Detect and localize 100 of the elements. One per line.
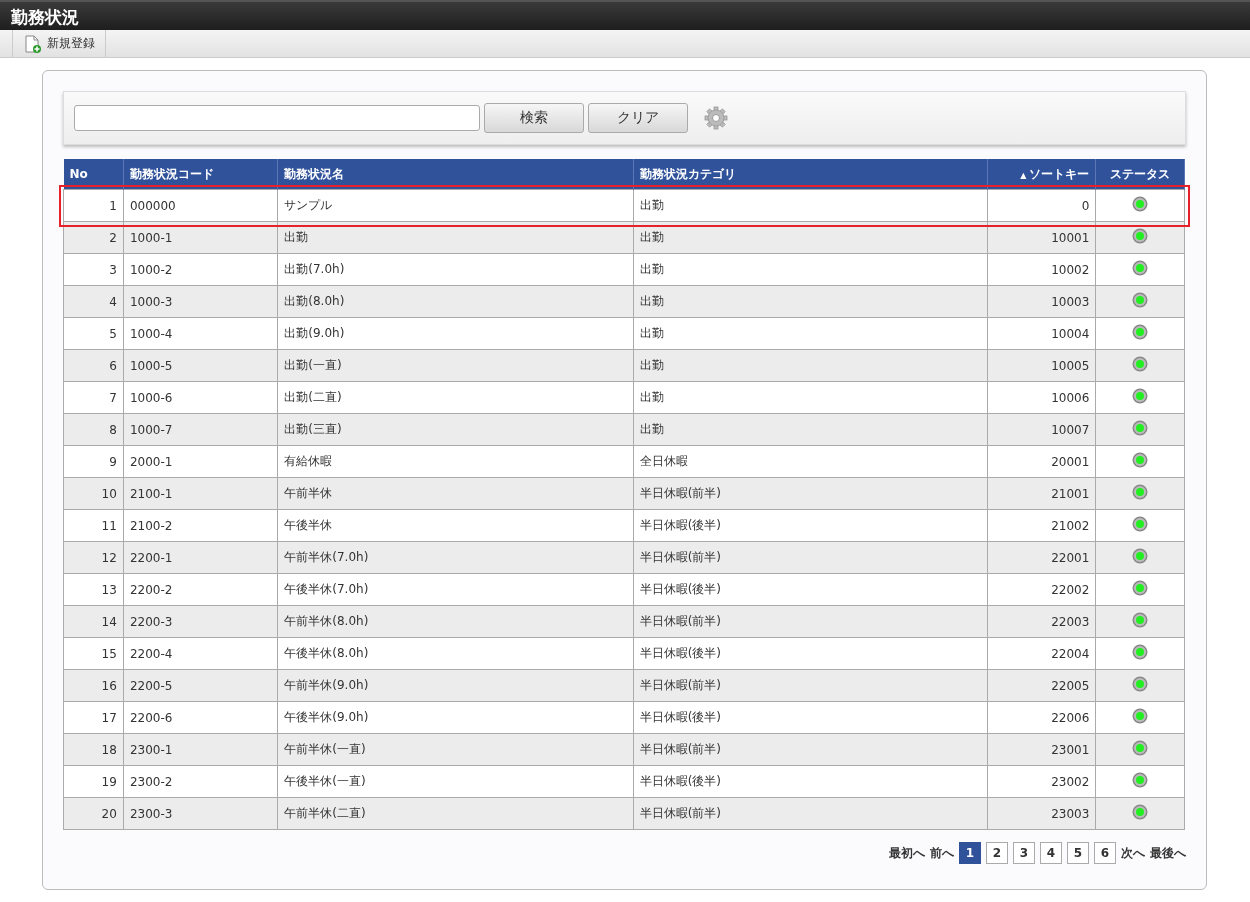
table-cell: 出勤(9.0h) xyxy=(277,317,634,350)
table-cell: 10005 xyxy=(987,349,1096,382)
table-cell: 半日休暇(後半) xyxy=(633,637,988,670)
table-cell: 半日休暇(前半) xyxy=(633,669,988,702)
table-cell: 1000-6 xyxy=(123,381,278,414)
table-cell: 出勤(一直) xyxy=(277,349,634,382)
table-cell: 出勤 xyxy=(633,285,988,318)
page-button[interactable]: 3 xyxy=(1013,842,1035,864)
table-cell: 1000-3 xyxy=(123,285,278,318)
table-cell: 23002 xyxy=(987,765,1096,798)
column-header[interactable]: No xyxy=(63,159,124,190)
table-cell: 1000-7 xyxy=(123,413,278,446)
table-cell: 2200-1 xyxy=(123,541,278,574)
previous-page-link[interactable]: 前へ xyxy=(930,844,954,862)
table-cell: 出勤(二直) xyxy=(277,381,634,414)
page-button[interactable]: 2 xyxy=(986,842,1008,864)
table-cell: 14 xyxy=(63,605,124,638)
table-cell: 22006 xyxy=(987,701,1096,734)
table-cell: 23003 xyxy=(987,797,1096,830)
table-cell: 2300-2 xyxy=(123,765,278,798)
table-cell: 2200-2 xyxy=(123,573,278,606)
table-cell: 20001 xyxy=(987,445,1096,478)
settings-icon[interactable] xyxy=(704,106,728,130)
first-page-link[interactable]: 最初へ xyxy=(889,844,925,862)
table-cell: 2200-3 xyxy=(123,605,278,638)
table-cell: 10004 xyxy=(987,317,1096,350)
column-header[interactable]: 勤務状況コード xyxy=(123,159,278,190)
table-cell: 10 xyxy=(63,477,124,510)
page-button[interactable]: 6 xyxy=(1094,842,1116,864)
table-cell: 出勤 xyxy=(633,317,988,350)
table-cell: 半日休暇(後半) xyxy=(633,701,988,734)
table-cell: 半日休暇(前半) xyxy=(633,605,988,638)
table-cell: 有給休暇 xyxy=(277,445,634,478)
table-cell: 8 xyxy=(63,413,124,446)
table-cell: 全日休暇 xyxy=(633,445,988,478)
table-cell: 21002 xyxy=(987,509,1096,542)
table-cell: 半日休暇(前半) xyxy=(633,733,988,766)
table-cell: 19 xyxy=(63,765,124,798)
column-header[interactable]: ステータス xyxy=(1095,159,1185,190)
table-cell: 2300-1 xyxy=(123,733,278,766)
table-cell: 2000-1 xyxy=(123,445,278,478)
table-cell: 22003 xyxy=(987,605,1096,638)
page-button[interactable]: 4 xyxy=(1040,842,1062,864)
table-cell: 000000 xyxy=(123,189,278,222)
table-cell: 出勤 xyxy=(633,253,988,286)
table-cell: 10007 xyxy=(987,413,1096,446)
table-cell: 午前半休 xyxy=(277,477,634,510)
table-cell: 午前半休(7.0h) xyxy=(277,541,634,574)
last-page-link[interactable]: 最後へ xyxy=(1150,844,1186,862)
table-cell: 午後半休(一直) xyxy=(277,765,634,798)
table-cell: 午前半休(一直) xyxy=(277,733,634,766)
next-page-link[interactable]: 次へ xyxy=(1121,844,1145,862)
table-cell: 半日休暇(前半) xyxy=(633,797,988,830)
table-cell: 出勤(7.0h) xyxy=(277,253,634,286)
table-cell: サンプル xyxy=(277,189,634,222)
search-button[interactable]: 検索 xyxy=(484,103,584,133)
table-cell: 22005 xyxy=(987,669,1096,702)
table-cell: 13 xyxy=(63,573,124,606)
table-cell: 出勤 xyxy=(633,413,988,446)
table-cell: 16 xyxy=(63,669,124,702)
new-entry-button[interactable]: 新規登録 xyxy=(12,30,106,57)
table-cell: 出勤 xyxy=(633,381,988,414)
table-cell: 2200-4 xyxy=(123,637,278,670)
search-field[interactable] xyxy=(74,105,480,131)
column-header[interactable]: 勤務状況カテゴリ xyxy=(633,159,988,190)
table-cell: 午後半休 xyxy=(277,509,634,542)
table-cell: 半日休暇(前半) xyxy=(633,477,988,510)
table-cell: 12 xyxy=(63,541,124,574)
table-cell: 18 xyxy=(63,733,124,766)
clear-button[interactable]: クリア xyxy=(588,103,688,133)
add-document-icon xyxy=(25,34,41,53)
table-cell: 2100-1 xyxy=(123,477,278,510)
table-cell: 10006 xyxy=(987,381,1096,414)
table-cell: 午前半休(二直) xyxy=(277,797,634,830)
table-cell: 出勤 xyxy=(633,349,988,382)
table-cell: 21001 xyxy=(987,477,1096,510)
table-cell: 午前半休(9.0h) xyxy=(277,669,634,702)
page-button[interactable]: 5 xyxy=(1067,842,1089,864)
table-cell: 1 xyxy=(63,189,124,222)
table-cell: 10003 xyxy=(987,285,1096,318)
table-cell: 半日休暇(後半) xyxy=(633,573,988,606)
table-cell: 23001 xyxy=(987,733,1096,766)
table-cell: 午前半休(8.0h) xyxy=(277,605,634,638)
table-cell: 2100-2 xyxy=(123,509,278,542)
table-cell: 1000-5 xyxy=(123,349,278,382)
page-button[interactable]: 1 xyxy=(959,842,981,864)
column-header[interactable]: ▲ ソートキー xyxy=(987,159,1096,190)
table-cell: 6 xyxy=(63,349,124,382)
table-cell: 7 xyxy=(63,381,124,414)
table-cell: 半日休暇(後半) xyxy=(633,765,988,798)
table-cell: 出勤(三直) xyxy=(277,413,634,446)
table-cell: 出勤 xyxy=(633,189,988,222)
table-cell: 2200-5 xyxy=(123,669,278,702)
table-cell: 20 xyxy=(63,797,124,830)
table-cell: 0 xyxy=(987,189,1096,222)
column-header[interactable]: 勤務状況名 xyxy=(277,159,634,190)
table-cell: 半日休暇(前半) xyxy=(633,541,988,574)
table-cell: 1000-4 xyxy=(123,317,278,350)
table-cell: 3 xyxy=(63,253,124,286)
table-cell: 午後半休(8.0h) xyxy=(277,637,634,670)
